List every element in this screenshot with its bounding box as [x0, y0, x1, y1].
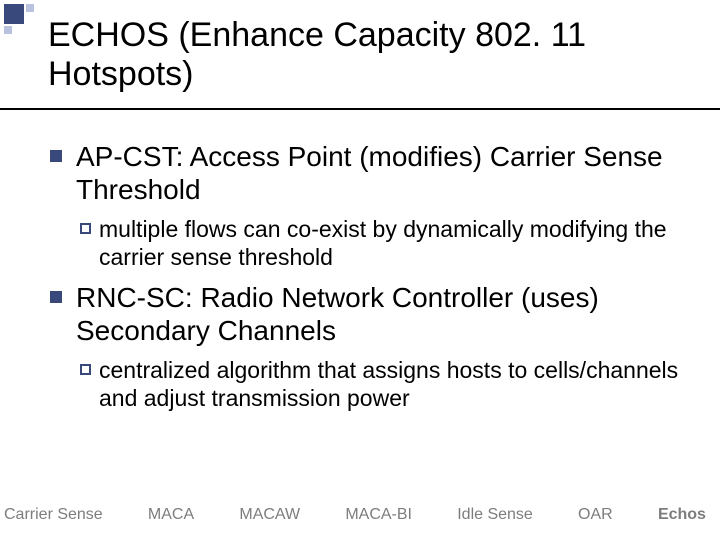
footer-item: MACA	[148, 506, 194, 524]
footer-item: MACAW	[239, 506, 300, 524]
slide: ECHOS (Enhance Capacity 802. 11 Hotspots…	[0, 0, 720, 540]
bullet-level2: multiple flows can co-exist by dynamical…	[80, 216, 690, 271]
subbullet-text: centralized algorithm that assigns hosts…	[99, 357, 690, 412]
open-square-bullet-icon	[80, 364, 91, 375]
deco-square-small	[26, 4, 34, 12]
bullet-level2: centralized algorithm that assigns hosts…	[80, 357, 690, 412]
bullet-text: RNC-SC: Radio Network Controller (uses) …	[76, 281, 690, 347]
square-bullet-icon	[50, 150, 62, 162]
footer-item: OAR	[578, 506, 613, 524]
title-rule	[0, 108, 720, 110]
slide-title: ECHOS (Enhance Capacity 802. 11 Hotspots…	[48, 16, 690, 94]
footer-item: MACA-BI	[345, 506, 412, 524]
bullet-level1: AP-CST: Access Point (modifies) Carrier …	[50, 140, 690, 206]
bullet-level1: RNC-SC: Radio Network Controller (uses) …	[50, 281, 690, 347]
corner-decoration	[0, 0, 46, 46]
footer-item: Idle Sense	[457, 506, 533, 524]
subbullet-text: multiple flows can co-exist by dynamical…	[99, 216, 690, 271]
bullet-text: AP-CST: Access Point (modifies) Carrier …	[76, 140, 690, 206]
open-square-bullet-icon	[80, 223, 91, 234]
footer-nav: Carrier Sense MACA MACAW MACA-BI Idle Se…	[0, 506, 720, 524]
footer-item-active: Echos	[658, 506, 706, 524]
slide-body: AP-CST: Access Point (modifies) Carrier …	[50, 130, 690, 413]
deco-square-small	[4, 26, 12, 34]
deco-square-large	[4, 4, 24, 24]
square-bullet-icon	[50, 291, 62, 303]
footer-item: Carrier Sense	[4, 506, 103, 524]
